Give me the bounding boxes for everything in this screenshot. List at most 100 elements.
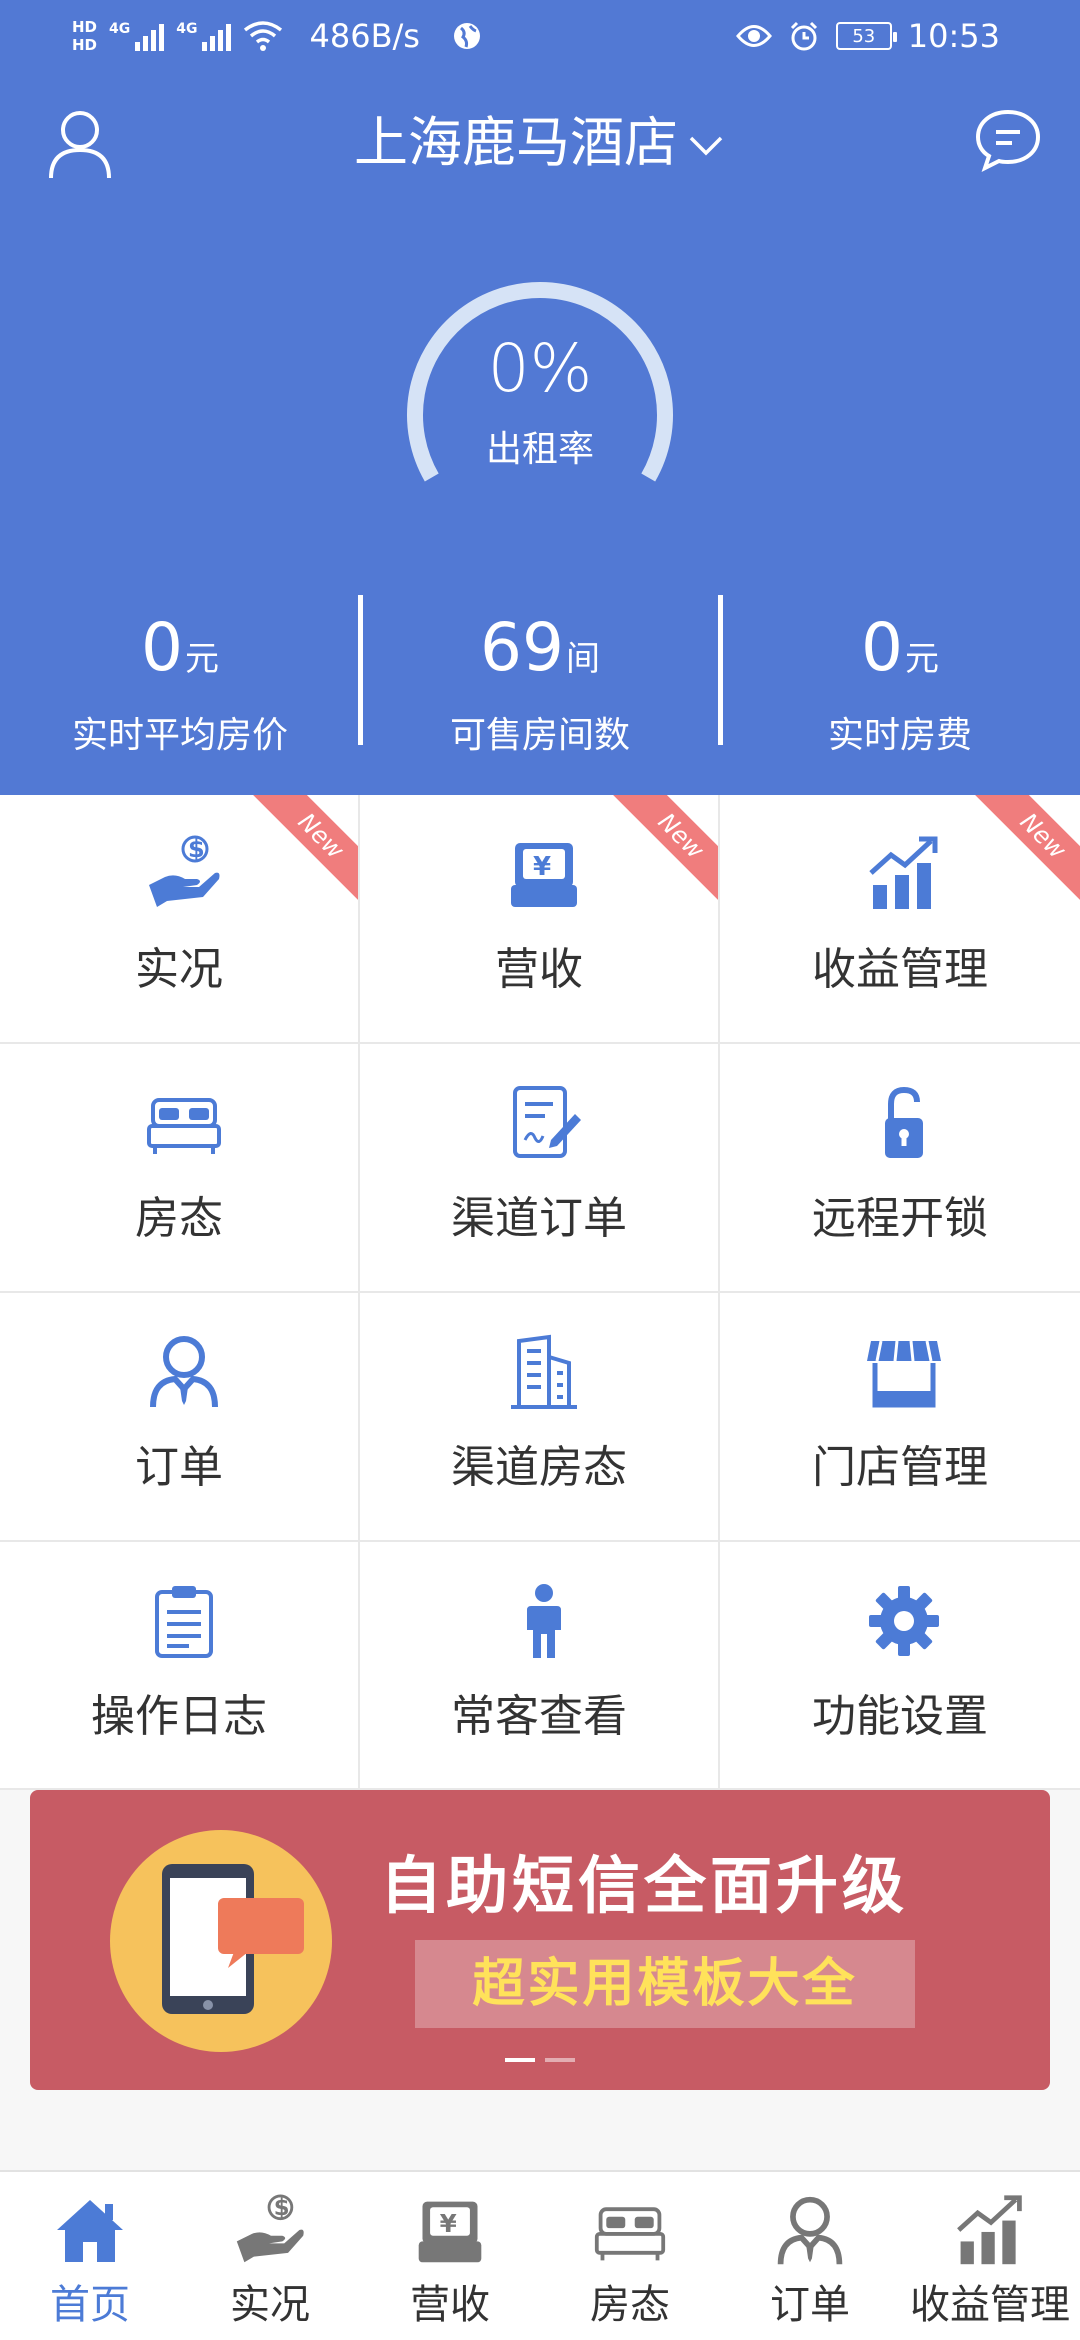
promo-banner[interactable]: 自助短信全面升级 超实用模板大全 [30, 1790, 1050, 2090]
battery-indicator: 53 [835, 22, 897, 50]
grid-item-label: 实况 [135, 944, 223, 995]
hd-label-2: HD [72, 36, 98, 54]
stat-unit: 元 [185, 639, 219, 679]
tab-orders[interactable]: 订单 [720, 2172, 900, 2340]
tab-label: 收益管理 [910, 2282, 1070, 2328]
banner-subtitle: 超实用模板大全 [415, 1940, 915, 2028]
grid-item-regular-guests[interactable]: 常客查看 [360, 1542, 720, 1790]
carousel-dot[interactable] [545, 2058, 575, 2062]
grid-item-room-status[interactable]: 房态 [0, 1044, 360, 1293]
grid-item-remote-unlock[interactable]: 远程开锁 [720, 1044, 1080, 1293]
banner-illustration [110, 1830, 332, 2052]
new-badge: New [969, 795, 1080, 910]
network-type-1: 4G [109, 21, 131, 37]
grid-item-live[interactable]: $ 实况 New [0, 795, 360, 1044]
feature-grid: $ 实况 New ¥ 营收 New 收益管理 New 房态 渠道订单 远程开锁 … [0, 795, 1080, 1790]
stat-label: 可售房间数 [449, 715, 630, 756]
stat-avg-room-rate[interactable]: 0元 实时平均房价 [0, 590, 360, 756]
home-icon [57, 2200, 123, 2262]
tab-home[interactable]: 首页 [0, 2172, 180, 2340]
grid-item-label: 远程开锁 [812, 1193, 988, 1244]
hd-label-1: HD [72, 18, 98, 36]
signal-icon: 4G [109, 21, 165, 51]
hotel-selector[interactable]: 上海鹿马酒店 [0, 108, 1080, 178]
tab-label: 订单 [770, 2282, 850, 2328]
building-icon [511, 1334, 577, 1409]
eye-comfort-icon [735, 25, 772, 47]
grid-item-label: 房态 [135, 1193, 223, 1244]
bar-chart-up-icon [957, 2195, 1022, 2265]
svg-text:¥: ¥ [533, 852, 551, 882]
signal-icon: 4G [176, 21, 232, 51]
alarm-icon [790, 21, 817, 51]
gear-icon [869, 1586, 939, 1656]
grid-item-label: 营收 [495, 944, 583, 995]
grid-item-label: 操作日志 [91, 1691, 267, 1742]
grid-item-label: 功能设置 [812, 1691, 988, 1742]
tab-label: 房态 [590, 2282, 670, 2328]
cash-register-icon: ¥ [511, 843, 577, 907]
tab-room-status[interactable]: 房态 [540, 2172, 720, 2340]
hotel-name: 上海鹿马酒店 [354, 111, 678, 174]
grid-item-label: 渠道房态 [451, 1442, 627, 1493]
hd-indicators: HD HD [72, 18, 97, 54]
stat-realtime-room-fee[interactable]: 0元 实时房费 [718, 590, 1080, 756]
banner-title: 自助短信全面升级 [380, 1849, 909, 1922]
new-badge: New [247, 795, 358, 910]
bed-icon [594, 2207, 666, 2261]
grid-item-label: 订单 [135, 1442, 223, 1493]
chevron-down-icon [689, 137, 723, 156]
tab-revenue-management[interactable]: 收益管理 [900, 2172, 1080, 2340]
tab-label: 营收 [410, 2282, 490, 2328]
wifi-icon [244, 21, 283, 51]
status-bar: HD HD 4G 4G 486B/s 53 10:53 [0, 0, 1080, 70]
stat-unit: 元 [905, 639, 939, 679]
grid-item-orders[interactable]: 订单 [0, 1293, 360, 1542]
app-screen: HD HD 4G 4G 486B/s 53 10:53 上海鹿马酒店 0% 出租… [0, 0, 1080, 2340]
bottom-tab-bar: 首页 $ 实况 ¥ 营收 房态 订单 收益管理 [0, 2170, 1080, 2340]
network-type-2: 4G [176, 21, 198, 37]
cash-register-icon: ¥ [418, 2201, 482, 2263]
dashboard-header: HD HD 4G 4G 486B/s 53 10:53 上海鹿马酒店 0% 出租… [0, 0, 1080, 795]
grid-item-label: 常客查看 [451, 1691, 627, 1742]
stat-label: 实时平均房价 [71, 715, 288, 756]
unlock-icon [885, 1086, 923, 1158]
stat-available-rooms[interactable]: 69间 可售房间数 [358, 590, 720, 756]
tab-label: 首页 [50, 2282, 130, 2328]
occupancy-rate-value: 0% [487, 330, 593, 407]
battery-level: 53 [852, 25, 876, 47]
network-speed: 486B/s [309, 17, 420, 55]
staff-badge-icon [150, 1336, 218, 1408]
grid-item-label: 收益管理 [812, 944, 988, 995]
grid-item-store-management[interactable]: 门店管理 [720, 1293, 1080, 1542]
vpn-globe-icon [453, 23, 480, 49]
grid-item-label: 门店管理 [812, 1442, 988, 1493]
grid-item-revenue-management[interactable]: 收益管理 New [720, 795, 1080, 1044]
grid-item-channel-orders[interactable]: 渠道订单 [360, 1044, 720, 1293]
hand-money-icon: $ [236, 2194, 304, 2263]
clipboard-icon [155, 1586, 213, 1658]
store-icon [867, 1340, 941, 1408]
stat-value: 0 [141, 609, 183, 686]
staff-badge-icon [777, 2196, 843, 2265]
occupancy-rate-label: 出租率 [485, 429, 594, 470]
bed-icon [147, 1098, 221, 1154]
status-bar-right: 53 10:53 [735, 8, 1000, 64]
message-icon[interactable] [974, 108, 1042, 172]
grid-item-revenue[interactable]: ¥ 营收 New [360, 795, 720, 1044]
stat-value: 69 [480, 609, 564, 686]
grid-item-channel-room-status[interactable]: 渠道房态 [360, 1293, 720, 1542]
grid-item-label: 渠道订单 [451, 1193, 627, 1244]
carousel-indicator [30, 2058, 1050, 2062]
phone-message-icon [162, 1864, 304, 2014]
top-app-bar: 上海鹿马酒店 [0, 90, 1080, 200]
tab-label: 实况 [230, 2282, 310, 2328]
tab-live[interactable]: $ 实况 [180, 2172, 360, 2340]
stat-value: 0 [861, 609, 903, 686]
stat-unit: 间 [565, 639, 600, 679]
carousel-dot[interactable] [505, 2058, 535, 2062]
stat-label: 实时房费 [827, 715, 972, 756]
grid-item-operation-log[interactable]: 操作日志 [0, 1542, 360, 1790]
tab-revenue[interactable]: ¥ 营收 [360, 2172, 540, 2340]
grid-item-feature-settings[interactable]: 功能设置 [720, 1542, 1080, 1790]
